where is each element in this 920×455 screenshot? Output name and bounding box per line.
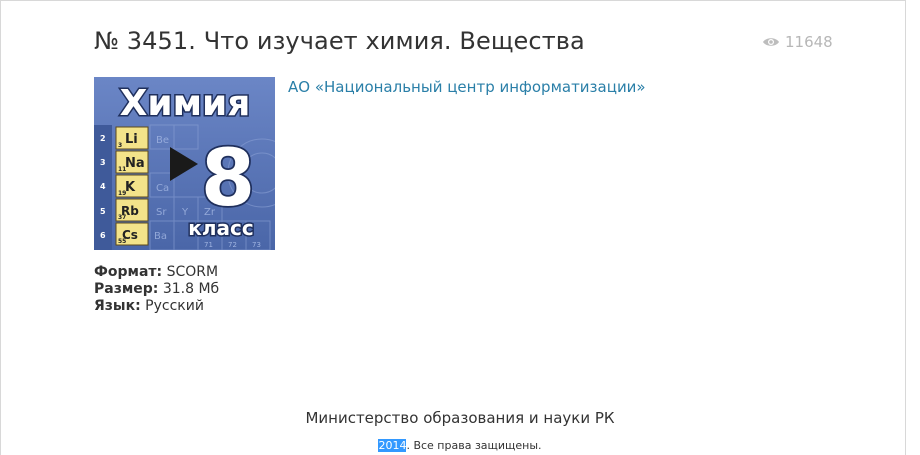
row-number: 5 — [100, 207, 106, 216]
row-number: 6 — [100, 231, 106, 240]
element-number: 37 — [118, 214, 126, 221]
faded-element: Be — [156, 135, 169, 146]
page-title: № 3451. Что изучает химия. Вещества — [94, 27, 585, 55]
element-symbol: Li — [125, 132, 138, 147]
faded-element: 71 — [204, 241, 213, 249]
faded-element: 72 — [228, 241, 237, 249]
row-number: 4 — [100, 182, 106, 191]
cover-heading: Химия — [120, 83, 251, 124]
size-label: Размер: — [94, 281, 159, 297]
language-value: Русский — [145, 298, 204, 314]
format-row: Формат: SCORM — [94, 264, 219, 281]
element-number: 19 — [118, 190, 126, 197]
views-count: 11648 — [785, 33, 833, 51]
element-symbol: Na — [125, 156, 145, 171]
copyright-year: 2014 — [378, 439, 407, 452]
faded-element: 73 — [252, 241, 261, 249]
course-cover-image[interactable]: 2 3 4 5 6 Li 3 Na 11 K 19 Rb 37 Cs 55 Be… — [94, 77, 275, 250]
element-symbol: K — [125, 180, 136, 195]
faded-element: Ba — [154, 231, 167, 242]
eye-icon — [763, 38, 779, 46]
cover-art: 2 3 4 5 6 Li 3 Na 11 K 19 Rb 37 Cs 55 Be… — [94, 77, 275, 250]
row-number: 3 — [100, 158, 106, 167]
element-number: 55 — [118, 238, 126, 245]
views-counter: 11648 — [762, 33, 833, 51]
footer-copyright: 2014. Все права защищены. — [0, 439, 920, 452]
row-number: 2 — [100, 134, 106, 143]
element-number: 3 — [118, 142, 122, 149]
format-label: Формат: — [94, 264, 163, 280]
publisher-link[interactable]: АО «Национальный центр информатизации» — [288, 78, 646, 96]
element-number: 11 — [118, 166, 126, 173]
copyright-text: . Все права защищены. — [406, 439, 542, 452]
size-row: Размер: 31.8 Мб — [94, 281, 219, 298]
resource-details: Формат: SCORM Размер: 31.8 Мб Язык: Русс… — [94, 264, 219, 315]
footer-organization: Министерство образования и науки РК — [305, 409, 615, 427]
size-value: 31.8 Мб — [162, 281, 220, 297]
language-row: Язык: Русский — [94, 298, 219, 315]
faded-element: Ca — [156, 183, 169, 194]
faded-element: Sr — [156, 207, 167, 218]
cover-grade-word: класс — [188, 216, 253, 240]
format-value: SCORM — [166, 264, 219, 280]
language-label: Язык: — [94, 298, 141, 314]
cover-grade-number: 8 — [201, 134, 255, 224]
